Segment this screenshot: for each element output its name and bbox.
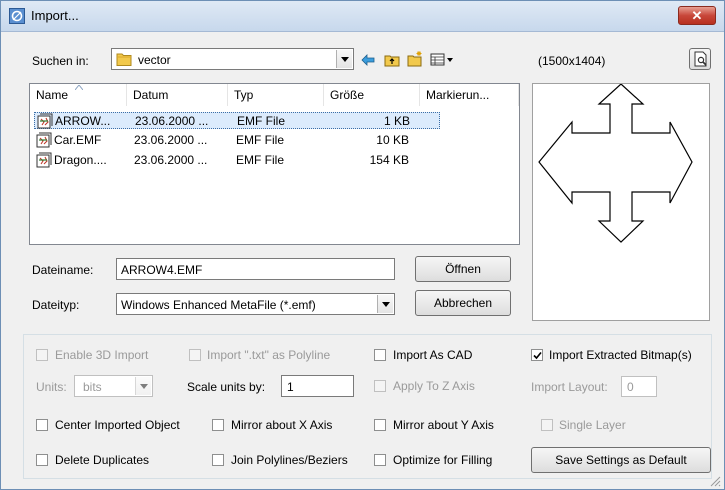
open-button[interactable]: Öffnen [415, 256, 511, 282]
optimize-filling-label: Optimize for Filling [393, 453, 493, 467]
mirror-y-checkbox[interactable] [374, 419, 386, 431]
filename-input[interactable]: ARROW4.EMF [116, 258, 395, 280]
mirror-y-label: Mirror about Y Axis [393, 418, 494, 432]
single-layer-checkbox[interactable] [541, 419, 553, 431]
filetype-combo[interactable]: Windows Enhanced MetaFile (*.emf) [116, 293, 395, 315]
file-size: 154 KB [369, 153, 409, 167]
column-header-name[interactable]: Name [30, 84, 127, 106]
back-arrow-icon[interactable] [360, 52, 376, 68]
mirror-x-label: Mirror about X Axis [231, 418, 333, 432]
preview-pane [532, 83, 710, 321]
file-name: ARROW... [55, 114, 111, 128]
filename-value: ARROW4.EMF [121, 263, 203, 277]
view-menu-icon[interactable] [430, 52, 456, 68]
file-date: 23.06.2000 ... [134, 133, 208, 147]
apply-z-checkbox[interactable] [374, 380, 386, 392]
file-name: Dragon.... [54, 153, 107, 167]
column-header-size[interactable]: Größe [324, 84, 420, 106]
close-button[interactable]: ✕ [678, 6, 716, 25]
chevron-down-icon[interactable] [135, 377, 151, 395]
filetype-label: Dateityp: [32, 298, 80, 312]
resize-grip-icon[interactable] [709, 475, 721, 487]
look-in-combo[interactable]: vector [111, 48, 354, 70]
delete-duplicates-label: Delete Duplicates [55, 453, 150, 467]
import-bitmap-checkbox[interactable] [531, 349, 543, 361]
file-date: 23.06.2000 ... [134, 153, 208, 167]
file-list[interactable]: Name Datum Typ Größe Markierun... ARROW.… [29, 83, 520, 245]
emf-file-icon [37, 113, 53, 129]
page-preview-icon [694, 51, 707, 67]
file-name: Car.EMF [54, 133, 102, 147]
file-row[interactable]: Car.EMF 23.06.2000 ... EMF File 10 KB [34, 132, 440, 149]
units-value: bits [83, 380, 102, 394]
new-folder-icon[interactable] [407, 51, 423, 67]
sort-ascending-icon [75, 85, 83, 90]
import-cad-checkbox[interactable] [374, 349, 386, 361]
center-checkbox[interactable] [36, 419, 48, 431]
look-in-label: Suchen in: [32, 54, 89, 68]
preview-toggle-button[interactable] [689, 48, 711, 70]
file-date: 23.06.2000 ... [135, 114, 209, 128]
file-type: EMF File [236, 153, 284, 167]
checkmark-icon [533, 351, 542, 360]
file-row[interactable]: Dragon.... 23.06.2000 ... EMF File 154 K… [34, 152, 440, 169]
mirror-x-checkbox[interactable] [212, 419, 224, 431]
units-label: Units: [36, 380, 67, 394]
import-layout-value: 0 [627, 380, 634, 394]
file-size: 10 KB [376, 133, 409, 147]
single-layer-label: Single Layer [559, 418, 626, 432]
filetype-value: Windows Enhanced MetaFile (*.emf) [121, 298, 316, 312]
center-label: Center Imported Object [55, 418, 180, 432]
import-txt-label: Import ".txt" as Polyline [207, 348, 331, 362]
image-resolution: (1500x1404) [538, 54, 606, 68]
column-header-date[interactable]: Datum [127, 84, 228, 106]
cancel-button[interactable]: Abbrechen [415, 290, 511, 316]
scale-input[interactable]: 1 [281, 375, 354, 397]
app-icon [9, 8, 25, 24]
enable-3d-label: Enable 3D Import [55, 348, 149, 362]
arrow-preview-image [538, 84, 693, 243]
folder-icon [116, 53, 132, 66]
scale-label: Scale units by: [187, 380, 266, 394]
close-icon: ✕ [691, 8, 703, 23]
join-polylines-label: Join Polylines/Beziers [231, 453, 348, 467]
file-type: EMF File [237, 114, 285, 128]
chevron-down-icon[interactable] [377, 295, 393, 313]
file-size: 1 KB [383, 114, 410, 128]
emf-file-icon [36, 152, 52, 168]
column-header-tags[interactable]: Markierun... [420, 84, 519, 106]
window-title: Import... [31, 8, 79, 23]
look-in-value: vector [138, 53, 171, 67]
scale-value: 1 [287, 380, 294, 394]
file-row[interactable]: ARROW... 23.06.2000 ... EMF File 1 KB [34, 112, 440, 129]
column-header-type[interactable]: Typ [228, 84, 324, 106]
import-txt-checkbox[interactable] [189, 349, 201, 361]
import-cad-label: Import As CAD [393, 348, 473, 362]
import-layout-label: Import Layout: [531, 380, 608, 394]
apply-z-label: Apply To Z Axis [393, 379, 475, 393]
save-settings-button[interactable]: Save Settings as Default [531, 447, 711, 473]
title-bar[interactable]: Import... ✕ [1, 1, 724, 32]
file-type: EMF File [236, 133, 284, 147]
optimize-filling-checkbox[interactable] [374, 454, 386, 466]
enable-3d-checkbox[interactable] [36, 349, 48, 361]
filename-label: Dateiname: [32, 263, 94, 277]
import-bitmap-label: Import Extracted Bitmap(s) [549, 348, 692, 362]
chevron-down-icon[interactable] [336, 50, 352, 68]
import-dialog: Import... ✕ Suchen in: vector (1500x1404… [0, 0, 725, 490]
import-layout-input[interactable]: 0 [621, 376, 657, 397]
join-polylines-checkbox[interactable] [212, 454, 224, 466]
delete-duplicates-checkbox[interactable] [36, 454, 48, 466]
units-combo[interactable]: bits [74, 375, 153, 397]
up-folder-icon[interactable] [384, 52, 400, 68]
emf-file-icon [36, 132, 52, 148]
